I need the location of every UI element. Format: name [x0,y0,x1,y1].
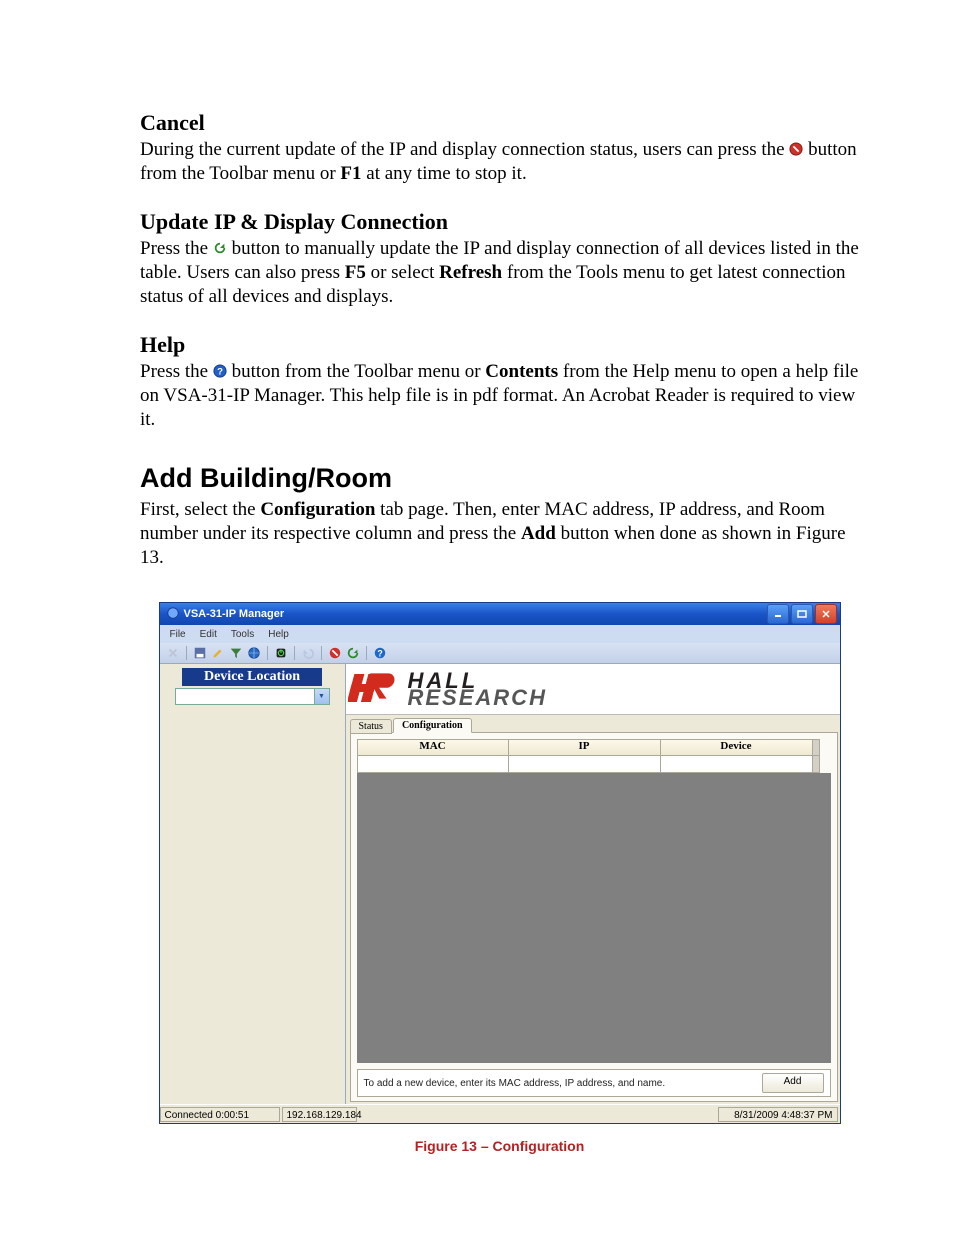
f1-key: F1 [340,163,361,184]
text: First, select the [140,499,260,520]
stop-icon [789,139,803,153]
text: at any time to stop it. [366,163,526,184]
window-title: VSA-31-IP Manager [184,608,285,620]
text: or select [371,262,440,283]
toolbar-divider [294,646,295,660]
tab-status[interactable]: Status [350,719,392,734]
cancel-heading: Cancel [140,110,859,136]
statusbar: Connected 0:00:51 192.168.129.184 8/31/2… [160,1104,840,1123]
col-mac[interactable]: MAC [357,739,509,756]
update-heading: Update IP & Display Connection [140,209,859,235]
help-icon[interactable]: ? [373,646,387,660]
stop-icon[interactable] [328,646,342,660]
add-device-hint: To add a new device, enter its MAC addre… [364,1078,762,1089]
device-location-combo[interactable]: ▼ [175,688,330,705]
sidebar-header: Device Location [182,668,322,686]
toolbar-divider [321,646,322,660]
toolbar: ? [160,643,840,664]
edit-icon[interactable] [211,646,225,660]
figure-caption: Figure 13 – Configuration [140,1138,859,1154]
app-icon [166,606,180,623]
grid-scrollbar-header [813,739,820,756]
grid-scrollbar-cell [813,756,820,773]
grid-input-row [357,756,831,773]
tab-content-configuration: MAC IP Device To add a new device, enter… [350,732,838,1102]
save-icon[interactable] [193,646,207,660]
col-ip[interactable]: IP [509,739,661,756]
refresh-menu-word: Refresh [439,262,502,283]
undo-icon[interactable] [301,646,315,660]
chevron-down-icon[interactable]: ▼ [314,688,330,705]
globe-icon[interactable] [247,646,261,660]
text: During the current update of the IP and … [140,139,789,160]
menubar: File Edit Tools Help [160,625,840,643]
f5-key: F5 [345,262,366,283]
menu-help[interactable]: Help [268,629,289,640]
app-window: VSA-31-IP Manager File Edit Tools Help [159,602,841,1124]
power-icon[interactable] [274,646,288,660]
menu-edit[interactable]: Edit [200,629,217,640]
add-building-room-heading: Add Building/Room [140,463,859,494]
help-heading: Help [140,332,859,358]
add-button[interactable]: Add [762,1073,824,1093]
client-area: Device Location ▼ [160,664,840,1104]
logo-line2: RESEARCH [408,689,547,707]
menu-tools[interactable]: Tools [231,629,254,640]
config-word: Configuration [260,499,375,520]
cancel-body: During the current update of the IP and … [140,138,859,187]
col-device[interactable]: Device [661,739,813,756]
refresh-icon[interactable] [346,646,360,660]
device-input[interactable] [661,756,813,773]
svg-text:?: ? [217,366,223,377]
refresh-icon [213,238,227,252]
window-titlebar[interactable]: VSA-31-IP Manager [160,603,840,625]
sidebar: Device Location ▼ [160,664,346,1104]
bottom-hint-row: To add a new device, enter its MAC addre… [357,1069,831,1097]
text: Press the [140,238,213,259]
add-building-room-body: First, select the Configuration tab page… [140,498,859,571]
status-ip: 192.168.129.184 [282,1107,357,1122]
close-button[interactable] [815,604,837,624]
toolbar-divider [366,646,367,660]
filter-icon[interactable] [229,646,243,660]
tabstrip: Status Configuration [346,715,840,733]
logo-icon [348,668,404,711]
update-body: Press the button to manually update the … [140,237,859,310]
menu-file[interactable]: File [170,629,186,640]
ip-input[interactable] [509,756,661,773]
main-panel: HALL RESEARCH Status Configuration MAC I… [346,664,840,1104]
logo-area: HALL RESEARCH [346,664,840,715]
maximize-button[interactable] [791,604,813,624]
contents-word: Contents [485,361,558,382]
help-body: Press the ? button from the Toolbar menu… [140,360,859,433]
toolbar-divider [186,646,187,660]
text: Press the [140,361,213,382]
add-word: Add [521,523,556,544]
toolbar-divider [267,646,268,660]
mac-input[interactable] [357,756,509,773]
grid-header-row: MAC IP Device [357,739,831,756]
device-location-input[interactable] [175,688,314,705]
status-datetime: 8/31/2009 4:48:37 PM [718,1107,838,1122]
grid-body [357,773,831,1063]
minimize-button[interactable] [767,604,789,624]
svg-text:?: ? [377,649,382,659]
tab-configuration[interactable]: Configuration [393,718,472,733]
help-icon: ? [213,361,227,375]
status-connected: Connected 0:00:51 [160,1107,280,1122]
text: button from the Toolbar menu or [232,361,486,382]
cut-icon[interactable] [166,646,180,660]
